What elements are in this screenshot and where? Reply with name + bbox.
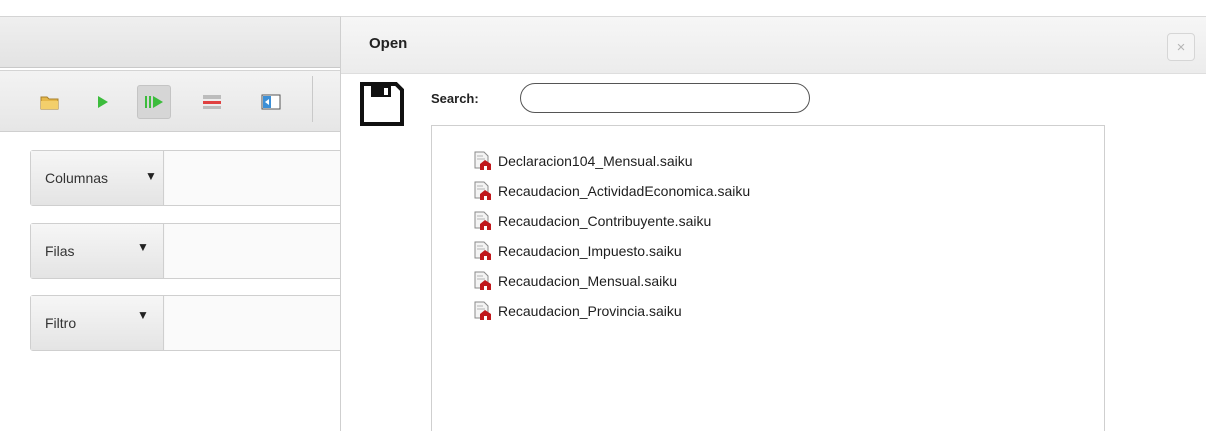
saiku-file-icon <box>474 241 491 260</box>
saiku-file-icon <box>474 211 491 230</box>
open-dialog: Open × Search: Declaracion104_Mensual.sa… <box>340 16 1206 431</box>
saiku-file-icon <box>474 151 491 170</box>
file-name: Recaudacion_Contribuyente.saiku <box>498 213 712 229</box>
file-item[interactable]: Recaudacion_ActividadEconomica.saiku <box>472 176 750 206</box>
file-list: Declaracion104_Mensual.saiku Recaudacion… <box>472 146 750 326</box>
search-input[interactable] <box>520 83 810 113</box>
file-name: Recaudacion_Provincia.saiku <box>498 303 682 319</box>
run-icon[interactable] <box>87 86 119 118</box>
drop-area[interactable] <box>165 296 361 350</box>
file-name: Recaudacion_Impuesto.saiku <box>498 243 682 259</box>
save-icon <box>359 81 405 130</box>
dialog-titlebar[interactable]: Open × <box>341 17 1206 74</box>
caret-down-icon[interactable]: ▼ <box>137 240 149 254</box>
file-name: Declaracion104_Mensual.saiku <box>498 153 693 169</box>
file-name: Recaudacion_Mensual.saiku <box>498 273 677 289</box>
file-item[interactable]: Recaudacion_Contribuyente.saiku <box>472 206 750 236</box>
drop-area[interactable] <box>165 151 361 205</box>
toggle-fields-icon[interactable] <box>196 86 228 118</box>
file-name: Recaudacion_ActividadEconomica.saiku <box>498 183 751 199</box>
caret-down-icon[interactable]: ▼ <box>145 169 157 183</box>
close-icon: × <box>1176 38 1186 56</box>
file-item[interactable]: Recaudacion_Provincia.saiku <box>472 296 750 326</box>
saiku-file-icon <box>474 181 491 200</box>
toolbar-separator <box>312 76 313 122</box>
drop-zone-label: Filtro <box>31 296 164 350</box>
drop-zone-filter[interactable]: Filtro ▼ <box>30 295 362 351</box>
file-item[interactable]: Declaracion104_Mensual.saiku <box>472 146 750 176</box>
saiku-file-icon <box>474 301 491 320</box>
saiku-file-icon <box>474 271 491 290</box>
caret-down-icon[interactable]: ▼ <box>137 308 149 322</box>
close-button[interactable]: × <box>1167 33 1195 61</box>
search-label: Search: <box>431 91 479 106</box>
file-item[interactable]: Recaudacion_Mensual.saiku <box>472 266 750 296</box>
toggle-sidebar-icon[interactable] <box>255 86 287 118</box>
automatic-run-icon[interactable] <box>137 85 171 119</box>
drop-zone-columns[interactable]: Columnas ▼ <box>30 150 362 206</box>
drop-zone-rows[interactable]: Filas ▼ <box>30 223 362 279</box>
drop-area[interactable] <box>165 224 361 278</box>
dialog-title: Open <box>369 35 408 52</box>
open-folder-icon[interactable] <box>34 86 66 118</box>
file-item[interactable]: Recaudacion_Impuesto.saiku <box>472 236 750 266</box>
file-browser-panel: Declaracion104_Mensual.saiku Recaudacion… <box>431 125 1105 431</box>
